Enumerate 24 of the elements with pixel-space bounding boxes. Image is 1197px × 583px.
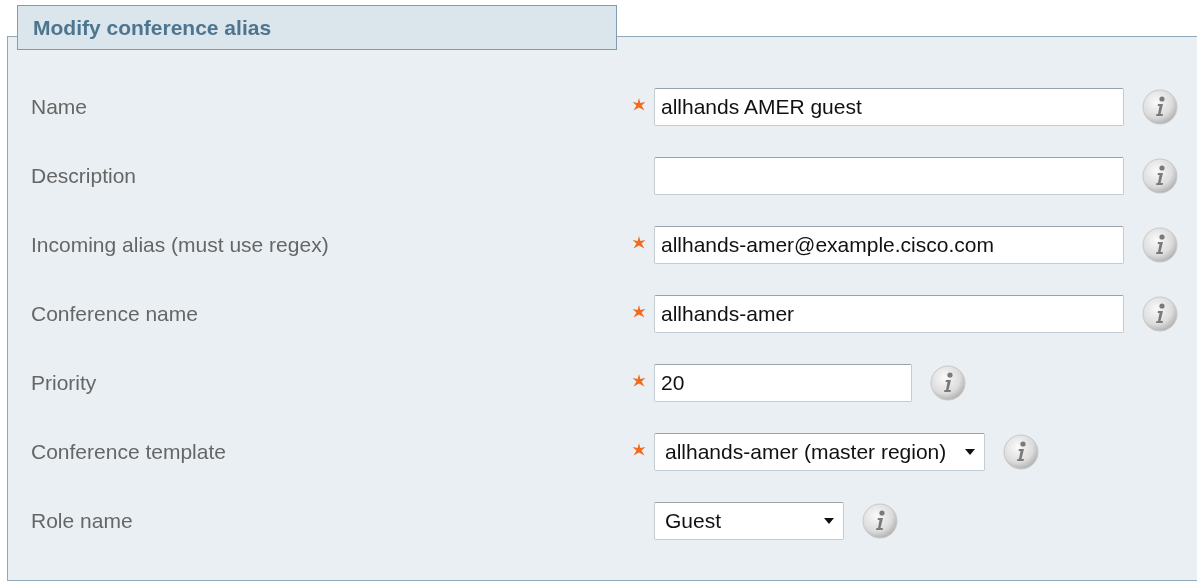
- field-label: Description: [31, 163, 138, 188]
- field-label: Name: [31, 94, 89, 119]
- caret-icon: [964, 447, 977, 456]
- info-icon[interactable]: [1003, 433, 1040, 470]
- info-icon[interactable]: [1142, 157, 1178, 194]
- text-field[interactable]: [654, 156, 1124, 195]
- caret-icon: [823, 516, 835, 525]
- dropdown[interactable]: Guest: [654, 501, 844, 540]
- text-field[interactable]: allhands-amer: [654, 294, 1124, 333]
- text-field[interactable]: allhands-amer@example.cisco.com: [654, 225, 1124, 264]
- info-icon[interactable]: [1142, 88, 1178, 125]
- field-label: Conference template: [31, 439, 227, 464]
- info-icon[interactable]: [1142, 226, 1178, 263]
- info-icon[interactable]: [930, 364, 966, 401]
- text-field[interactable]: allhands AMER guest: [654, 87, 1124, 126]
- field-label: Priority: [31, 370, 98, 395]
- field-label: Role name: [31, 508, 134, 533]
- panel-title: Modify conference alias: [17, 5, 617, 50]
- info-icon[interactable]: [862, 502, 898, 539]
- field-label: Incoming alias (must use regex): [31, 232, 330, 257]
- field-label: Conference name: [31, 301, 199, 326]
- text-field[interactable]: 20: [654, 363, 912, 402]
- info-icon[interactable]: [1142, 295, 1178, 332]
- dropdown[interactable]: allhands-amer (master region): [654, 432, 986, 471]
